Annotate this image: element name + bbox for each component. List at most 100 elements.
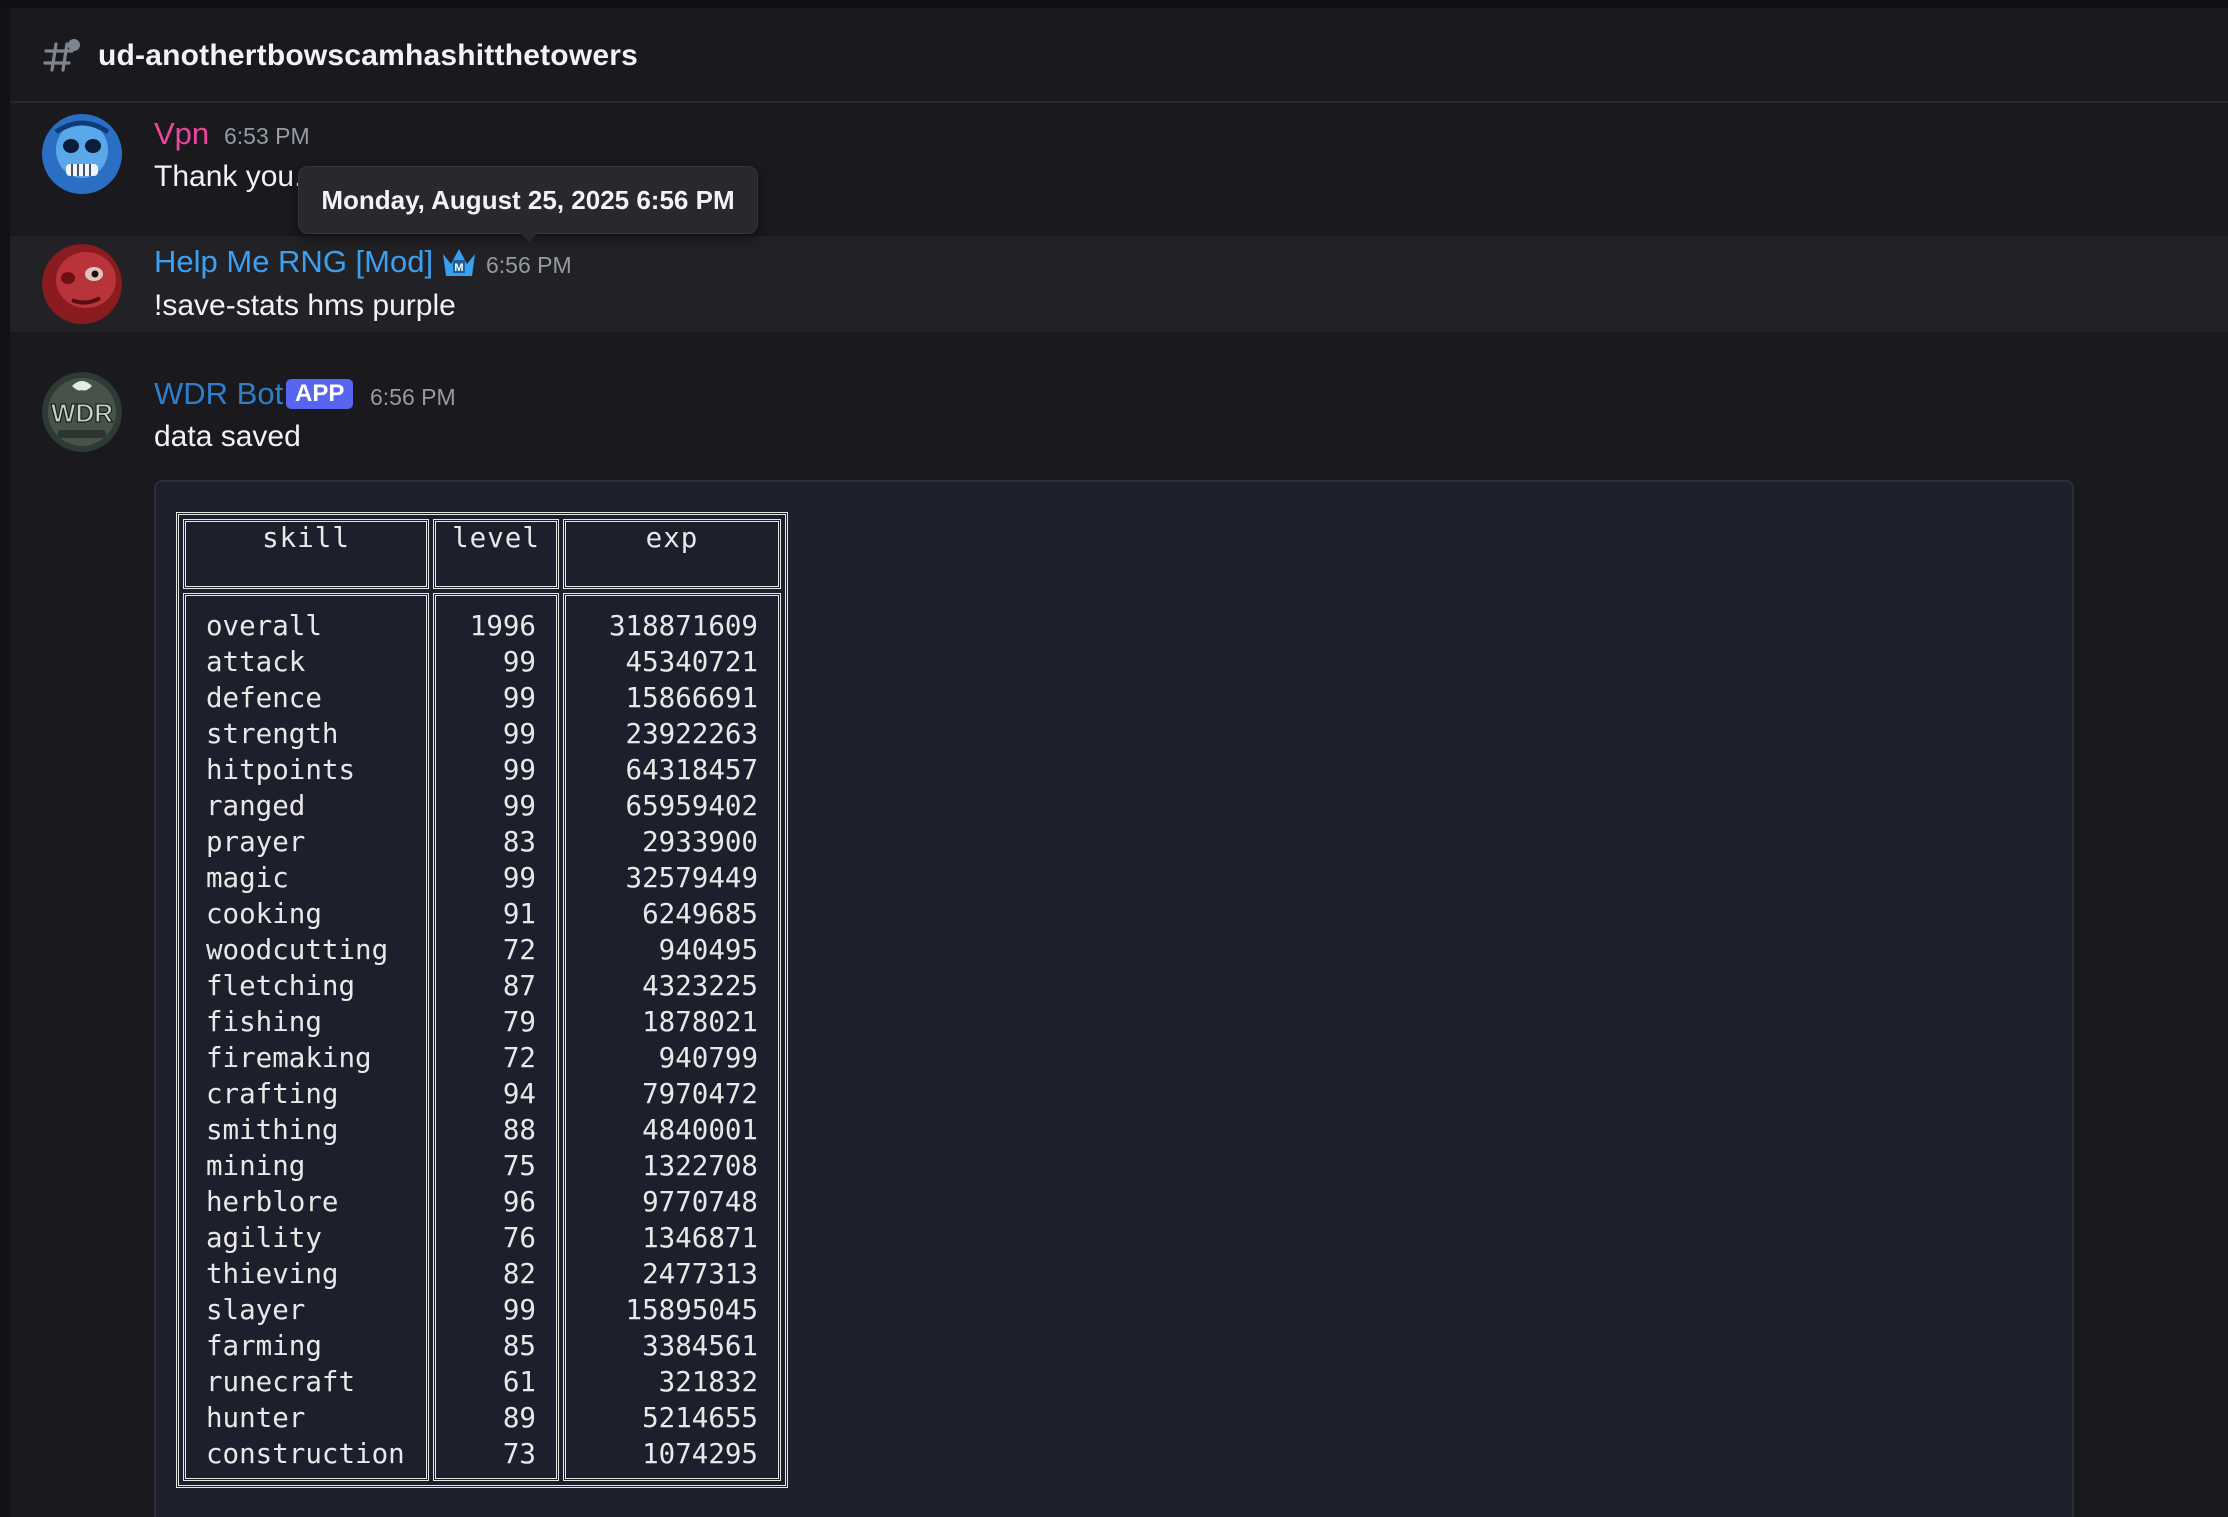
channel-name[interactable]: ud-anothertbowscamhashitthetowers [98,36,638,76]
exp-cell: 6249685 [642,898,758,930]
level-cell: 99 [502,718,536,750]
level-cell: 99 [502,754,536,786]
message-author[interactable]: Vpn [154,114,209,154]
skill-cell: herblore [206,1186,339,1218]
message-timestamp[interactable]: 6:56 PM [486,245,572,285]
skill-cell: defence [206,682,322,714]
message-content: Thank you. [154,160,303,193]
exp-cell: 64318457 [625,754,758,786]
level-cell: 61 [502,1366,536,1398]
table-header-row: skill level exp [183,519,781,589]
level-cell: 99 [502,790,536,822]
moderator-crown-icon[interactable]: M [440,246,478,280]
title-bar-edge [0,0,2228,8]
exp-cell: 321832 [658,1366,758,1398]
skill-cell: slayer [206,1294,306,1326]
message-help-me-rng[interactable]: Help Me RNG [Mod] M 6:56 PM !save-stats … [10,236,2228,332]
level-cell: 85 [502,1330,536,1362]
message-timestamp[interactable]: 6:56 PM [370,377,456,417]
level-cell: 82 [502,1258,536,1290]
skill-cell: strength [206,718,339,750]
server-sidebar-edge [0,0,10,1517]
skill-cell: smithing [206,1114,339,1146]
exp-cell: 940799 [658,1042,758,1074]
app-badge: APP [286,379,354,409]
level-cell: 79 [502,1006,536,1038]
table-header-level: level [433,519,559,589]
channel-header: ud-anothertbowscamhashitthetowers [10,8,2228,103]
skill-cell: ranged [206,790,306,822]
skill-column: overall attack defence strength hitpoints ran… [183,593,429,1481]
level-cell: 94 [502,1078,536,1110]
skill-cell: crafting [206,1078,339,1110]
level-cell: 99 [502,682,536,714]
exp-cell: 15866691 [625,682,758,714]
skill-cell: farming [206,1330,322,1362]
exp-cell: 15895045 [625,1294,758,1326]
level-cell: 96 [502,1186,536,1218]
exp-cell: 3384561 [642,1330,758,1362]
level-cell: 88 [502,1114,536,1146]
skill-cell: mining [206,1150,306,1182]
message-timestamp[interactable]: 6:53 PM [224,116,310,156]
exp-cell: 45340721 [625,646,758,678]
skill-cell: prayer [206,826,306,858]
level-cell: 75 [502,1150,536,1182]
svg-text:WDR: WDR [51,398,113,428]
exp-cell: 2477313 [642,1258,758,1290]
discord-window: ud-anothertbowscamhashitthetowers Vpn 6:… [0,0,2228,1517]
level-cell: 99 [502,646,536,678]
level-cell: 72 [502,1042,536,1074]
skill-cell: woodcutting [206,934,389,966]
exp-cell: 4323225 [642,970,758,1002]
timestamp-tooltip: Monday, August 25, 2025 6:56 PM [298,166,758,234]
exp-cell: 23922263 [625,718,758,750]
skill-cell: fishing [206,1006,322,1038]
level-cell: 73 [502,1438,536,1470]
exp-cell: 1322708 [642,1150,758,1182]
skill-cell: construction [206,1438,405,1470]
exp-cell: 7970472 [642,1078,758,1110]
exp-cell: 4840001 [642,1114,758,1146]
message-content: data saved [154,420,301,453]
exp-cell: 32579449 [625,862,758,894]
level-cell: 1996 [469,610,536,642]
message-author[interactable]: Help Me RNG [Mod] [154,242,433,282]
skill-cell: thieving [206,1258,339,1290]
exp-cell: 5214655 [642,1402,758,1434]
table-body-row: overall attack defence strength hitpoints ran… [183,593,781,1481]
level-cell: 99 [502,1294,536,1326]
skill-cell: runecraft [206,1366,356,1398]
level-cell: 83 [502,826,536,858]
table-header-exp: exp [563,519,781,589]
exp-cell: 940495 [658,934,758,966]
level-cell: 76 [502,1222,536,1254]
stats-table: skill level exp overall attack defence stre… [176,512,788,1488]
skill-cell: attack [206,646,306,678]
exp-cell: 65959402 [625,790,758,822]
skill-cell: hunter [206,1402,306,1434]
skill-cell: overall [206,610,322,642]
level-cell: 91 [502,898,536,930]
skill-cell: hitpoints [206,754,356,786]
exp-column: 318871609 45340721 15866691 23922263 6431845… [563,593,781,1481]
skill-cell: fletching [206,970,356,1002]
skill-cell: cooking [206,898,322,930]
exp-cell: 9770748 [642,1186,758,1218]
table-header-skill: skill [183,519,429,589]
red-face-avatar[interactable] [42,244,122,324]
exp-cell: 2933900 [642,826,758,858]
svg-text:M: M [454,262,463,274]
skill-cell: magic [206,862,289,894]
level-cell: 87 [502,970,536,1002]
message-content: !save-stats hms purple [154,289,456,322]
exp-cell: 1346871 [642,1222,758,1254]
wdr-logo-avatar[interactable]: WDR [42,372,122,452]
blue-skull-avatar[interactable] [42,114,122,194]
level-column: 1996 99 99 99 99 99 83 99 91 72 87 79 72 94 88 75 96 76 82… [433,593,559,1481]
exp-cell: 1878021 [642,1006,758,1038]
skill-cell: firemaking [206,1042,372,1074]
message-author[interactable]: WDR Bot [154,374,283,414]
level-cell: 89 [502,1402,536,1434]
stats-embed: skill level exp overall attack defence stre… [154,480,2074,1517]
